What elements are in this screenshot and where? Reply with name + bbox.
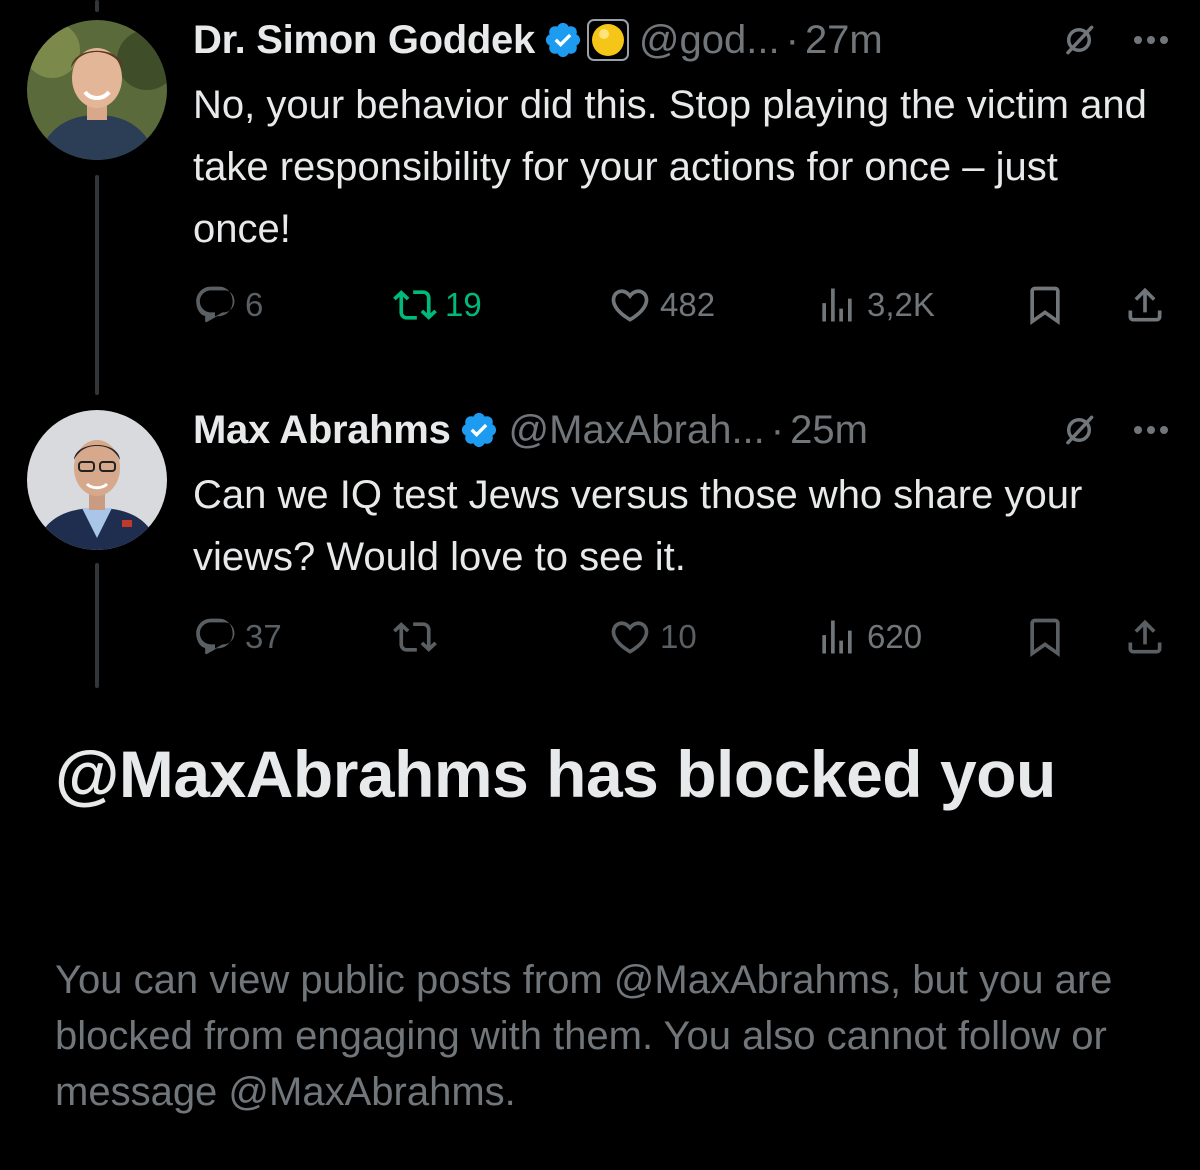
avatar-post-2[interactable] <box>27 410 167 550</box>
like-count: 482 <box>660 286 716 323</box>
share-button[interactable] <box>1123 607 1167 667</box>
avatar-post-1[interactable] <box>27 20 167 160</box>
post-text: Can we IQ test Jews versus those who sha… <box>193 473 1083 579</box>
blocked-notice-title: @MaxAbrahms has blocked you <box>55 737 1056 811</box>
views-icon <box>815 615 859 659</box>
separator-dot: · <box>785 17 799 62</box>
share-button[interactable] <box>1123 275 1167 335</box>
view-count: 3,2K <box>867 286 935 323</box>
more-options-icon[interactable] <box>1132 34 1170 46</box>
reply-count: 37 <box>245 618 282 655</box>
like-button[interactable]: 10 <box>608 607 697 667</box>
thread-line-first <box>95 175 99 395</box>
reply-button[interactable]: 6 <box>193 275 263 335</box>
reply-icon <box>193 615 237 659</box>
thread-line-top <box>95 0 99 12</box>
separator-dot: · <box>770 407 785 452</box>
post-header: Dr. Simon Goddek @god... · 27m <box>193 10 1170 70</box>
author-handle[interactable]: @MaxAbrah... <box>509 408 765 453</box>
thread-line-second <box>95 563 99 688</box>
reply-button[interactable]: 37 <box>193 607 282 667</box>
post-time[interactable]: 27m <box>805 18 883 63</box>
repost-icon <box>393 615 437 659</box>
post-text: No, your behavior did this. Stop playing… <box>193 83 1147 251</box>
verified-badge-icon <box>543 20 583 60</box>
like-button[interactable]: 482 <box>608 275 715 335</box>
share-icon <box>1123 283 1167 327</box>
author-name[interactable]: Dr. Simon Goddek <box>193 18 535 63</box>
more-options-icon[interactable] <box>1132 424 1170 436</box>
author-handle[interactable]: @god... <box>639 18 780 63</box>
repost-count: 19 <box>445 286 482 323</box>
bookmark-icon <box>1023 283 1067 327</box>
like-count: 10 <box>660 618 697 655</box>
post-time[interactable]: 25m <box>790 408 868 453</box>
reply-icon <box>193 283 237 327</box>
views-button[interactable]: 3,2K <box>815 275 935 335</box>
view-count: 620 <box>867 618 923 655</box>
repost-icon <box>393 283 437 327</box>
reply-count: 6 <box>245 286 264 323</box>
repost-button[interactable]: 19 <box>393 275 482 335</box>
verified-badge-icon <box>459 410 499 450</box>
blocked-notice-body: You can view public posts from @MaxAbrah… <box>55 958 1113 1114</box>
bookmark-button[interactable] <box>1023 607 1067 667</box>
repost-button[interactable] <box>393 607 445 667</box>
views-button[interactable]: 620 <box>815 607 922 667</box>
bookmark-button[interactable] <box>1023 275 1067 335</box>
bookmark-icon <box>1023 615 1067 659</box>
action-bar: 37 10 620 <box>193 607 1170 667</box>
grok-icon[interactable] <box>1060 411 1098 449</box>
yellow-circle-emoji-icon <box>586 19 629 61</box>
post-header: Max Abrahms @MaxAbrah... · 25m <box>193 400 1170 460</box>
heart-icon <box>608 615 652 659</box>
heart-icon <box>608 283 652 327</box>
share-icon <box>1123 615 1167 659</box>
action-bar: 6 19 482 3,2K <box>193 275 1170 335</box>
grok-icon[interactable] <box>1060 21 1098 59</box>
views-icon <box>815 283 859 327</box>
author-name[interactable]: Max Abrahms <box>193 408 451 453</box>
